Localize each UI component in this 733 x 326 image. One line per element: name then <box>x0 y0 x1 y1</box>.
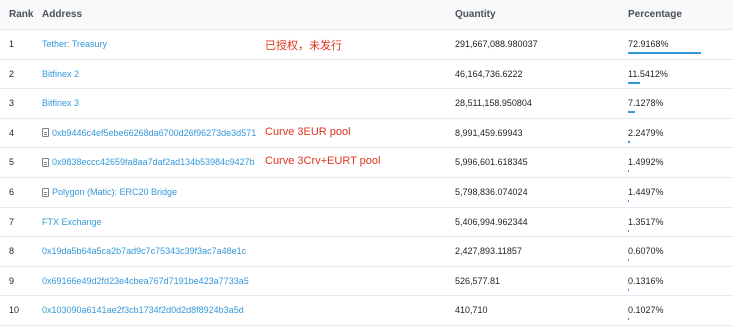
file-document-icon <box>42 187 49 197</box>
quantity-cell: 5,996,601.618345 <box>455 157 528 168</box>
address-link[interactable]: 0x19da5b64a5ca2b7ad9c7c75343c39f3ac7a48e… <box>42 246 246 256</box>
quantity-cell: 410,710 <box>455 305 488 316</box>
rank-cell: 3 <box>9 98 15 109</box>
rank-cell: 10 <box>9 305 20 316</box>
rank-cell: 6 <box>9 187 15 197</box>
table-row: 8 0x19da5b64a5ca2b7ad9c7c75343c39f3ac7a48… <box>0 237 733 267</box>
address-link[interactable]: 0x103090a6141ae2f3cb1734f2d0d2d8f8924b3a… <box>42 305 244 315</box>
address-link[interactable]: 0x69166e49d2fd23e4cbea767d7191be423a7733… <box>42 276 249 286</box>
annotation-note: 已授权，未发行 <box>265 40 342 52</box>
table-row: 1 Tether: Treasury 已授权，未发行 291,667,088.9800… <box>0 30 733 60</box>
percentage-cell: 0.6070% <box>628 246 664 257</box>
address-text: Polygon (Matic): ERC20 Bridge <box>52 187 178 197</box>
rank-cell: 4 <box>9 127 15 138</box>
address-link[interactable]: Bitfinex 3 <box>42 98 79 108</box>
percentage-cell: 72.9168% <box>628 39 669 49</box>
quantity-cell: 291,667,088.980037 <box>455 39 538 49</box>
file-document-icon <box>42 157 49 167</box>
percentage-bar <box>628 259 728 262</box>
table-row: 9 0x69166e49d2fd23e4cbea767d7191be423a773… <box>0 267 733 297</box>
percentage-bar <box>628 288 728 291</box>
quantity-cell: 8,991,459.69943 <box>455 127 523 138</box>
percentage-bar <box>628 52 728 54</box>
table-row: 7 FTX Exchange 5,406,994.962344 1.3517% <box>0 208 733 238</box>
percentage-cell: 1.4497% <box>628 187 664 197</box>
address-link[interactable]: Polygon (Matic): ERC20 Bridge <box>42 187 177 197</box>
quantity-cell: 28,511,158.950804 <box>455 98 532 109</box>
address-text: 0x19da5b64a5ca2b7ad9c7c75343c39f3ac7a48e… <box>42 246 247 257</box>
address-text: 0x9838eccc42659fa8aa7daf2ad134b53984c942… <box>52 157 255 168</box>
percentage-bar <box>628 81 728 84</box>
percentage-bar <box>628 229 728 232</box>
table-row: 3 Bitfinex 3 28,511,158.950804 7.1278% <box>0 89 733 119</box>
percentage-cell: 1.3517% <box>628 216 664 227</box>
rank-cell: 2 <box>9 68 15 79</box>
address-text: 0xb9446c4ef5ebe66268da6700d26f96273de3d5… <box>52 127 257 138</box>
table-row: 10 0x103090a6141ae2f3cb1734f2d0d2d8f8924b… <box>0 296 733 326</box>
percentage-bar <box>628 170 728 173</box>
percentage-bar-fill <box>628 81 640 84</box>
rank-cell: 7 <box>9 216 15 227</box>
address-text: Bitfinex 2 <box>42 68 80 79</box>
quantity-cell: 2,427,893.11857 <box>455 246 522 257</box>
table-row: 6 Polygon (Matic): ERC20 Bridge 5,798,836.… <box>0 178 733 208</box>
percentage-bar-fill <box>628 259 629 262</box>
annotation-note: Curve 3Crv+EURT pool <box>265 155 381 168</box>
percentage-cell: 7.1278% <box>628 98 664 109</box>
percentage-bar-fill <box>628 52 701 54</box>
address-link[interactable]: Tether: Treasury <box>42 39 107 49</box>
quantity-cell: 526,577.81 <box>455 275 501 286</box>
percentage-cell: 11.5412% <box>628 68 668 79</box>
address-link[interactable]: Bitfinex 2 <box>42 69 79 79</box>
rank-cell: 9 <box>9 275 15 286</box>
percentage-bar <box>628 140 728 143</box>
address-link[interactable]: FTX Exchange <box>42 217 102 227</box>
address-text: FTX Exchange <box>42 216 102 227</box>
percentage-cell: 1.4992% <box>628 157 664 168</box>
table-row: 5 0x9838eccc42659fa8aa7daf2ad134b53984c94… <box>0 148 733 178</box>
percentage-bar-fill <box>628 229 630 232</box>
table-row: 4 0xb9446c4ef5ebe66268da6700d26f96273de3d… <box>0 119 733 149</box>
percentage-bar-fill <box>628 140 631 143</box>
rank-cell: 1 <box>9 39 15 49</box>
percentage-cell: 0.1316% <box>628 275 664 286</box>
percentage-bar-fill <box>628 170 630 173</box>
header-rank: Rank <box>9 9 34 20</box>
file-document-icon <box>42 128 49 138</box>
table-header: Rank Address Quantity Percentage <box>0 0 733 30</box>
table-row: 2 Bitfinex 2 46,164,736.6222 11.5412% <box>0 60 733 90</box>
address-text: 0x69166e49d2fd23e4cbea767d7191be423a7733… <box>42 275 249 286</box>
address-text: Tether: Treasury <box>42 39 108 49</box>
address-link[interactable]: 0xb9446c4ef5ebe66268da6700d26f96273de3d5… <box>42 128 256 138</box>
annotation-note: Curve 3EUR pool <box>265 125 351 138</box>
percentage-cell: 0.1027% <box>628 305 664 316</box>
rank-cell: 5 <box>9 157 15 168</box>
quantity-cell: 5,406,994.962344 <box>455 216 528 227</box>
address-text: Bitfinex 3 <box>42 98 80 109</box>
percentage-bar-fill <box>628 111 636 114</box>
percentage-bar <box>628 318 728 321</box>
percentage-bar-fill <box>628 200 630 202</box>
header-percentage: Percentage <box>628 9 682 20</box>
header-address: Address <box>42 9 83 20</box>
percentage-bar <box>628 111 728 114</box>
address-text: 0x103090a6141ae2f3cb1734f2d0d2d8f8924b3a… <box>42 305 244 316</box>
percentage-cell: 2.2479% <box>628 127 664 138</box>
rank-cell: 8 <box>9 246 15 257</box>
header-quantity: Quantity <box>455 9 496 20</box>
quantity-cell: 46,164,736.6222 <box>455 68 523 79</box>
quantity-cell: 5,798,836.074024 <box>455 187 528 197</box>
percentage-bar <box>628 200 728 202</box>
address-link[interactable]: 0x9838eccc42659fa8aa7daf2ad134b53984c942… <box>42 157 255 167</box>
